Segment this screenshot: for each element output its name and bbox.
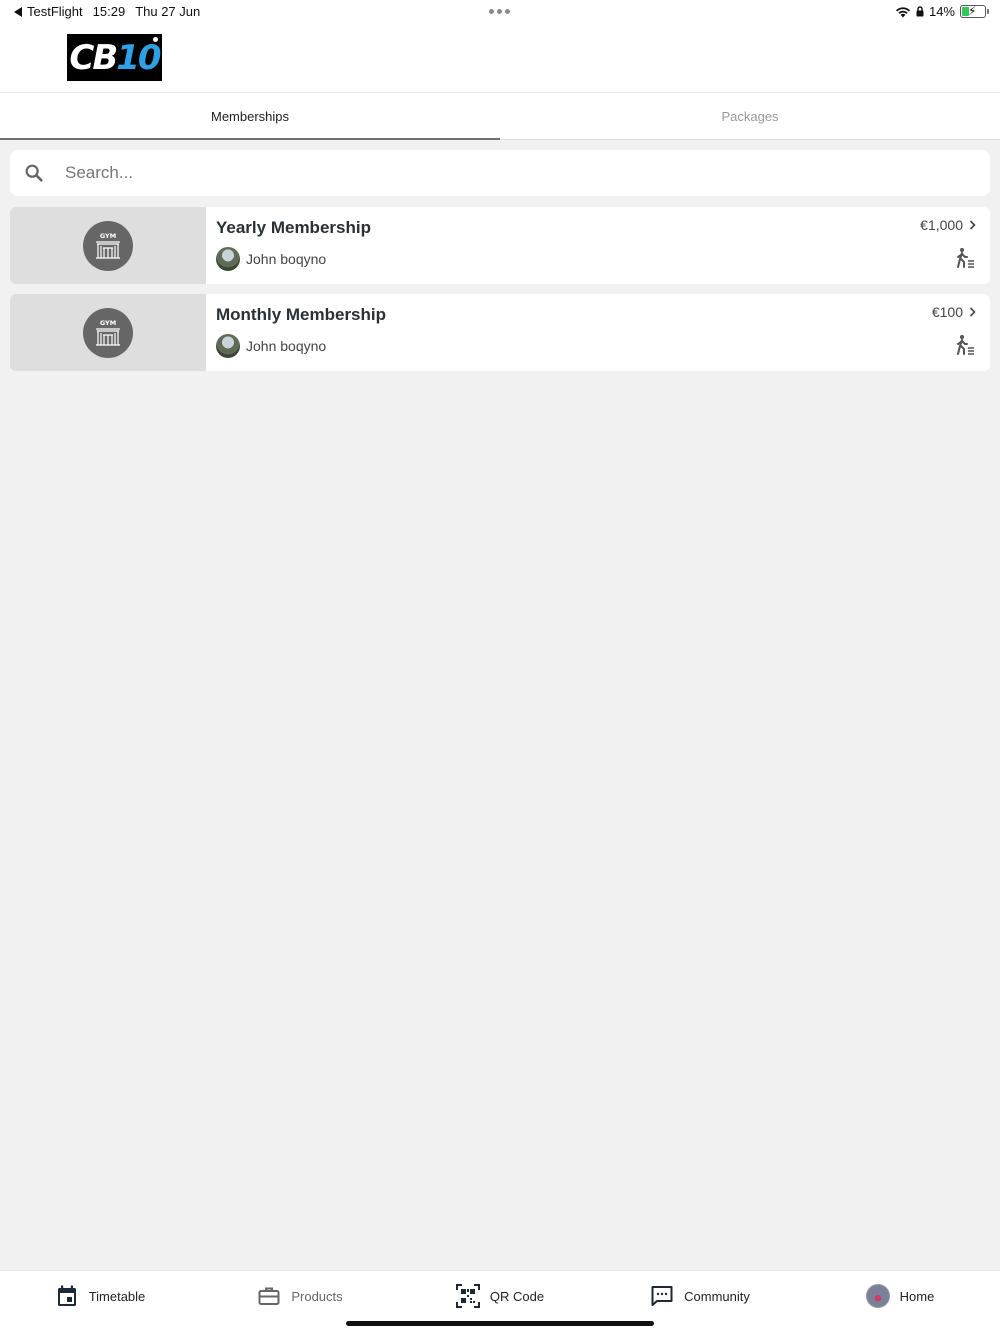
price-value: €1,000: [920, 217, 963, 233]
lock-rotation-icon: [916, 6, 924, 17]
qr-code-scan-icon: [455, 1284, 480, 1308]
svg-text:GYM: GYM: [100, 232, 116, 240]
cb10-logo: CB 10: [67, 34, 162, 81]
calendar-icon: [57, 1285, 76, 1306]
search-icon: [25, 164, 43, 182]
briefcase-icon: [258, 1287, 280, 1305]
nav-timetable[interactable]: Timetable: [0, 1271, 200, 1321]
tab-memberships[interactable]: Memberships: [0, 93, 500, 140]
owner-name: John boqyno: [246, 251, 327, 267]
nav-timetable-label: Timetable: [88, 1288, 146, 1304]
membership-body: Monthly Membership John boqyno €100: [206, 294, 990, 371]
nav-home-label: Home: [899, 1288, 935, 1304]
membership-price: €100: [932, 304, 976, 320]
owner-avatar: [216, 334, 240, 358]
search-input[interactable]: [65, 163, 945, 183]
back-triangle-icon: [14, 6, 22, 17]
back-app-label: TestFlight: [27, 4, 83, 19]
membership-thumbnail: GYM: [10, 207, 206, 284]
status-date: Thu 27 Jun: [135, 4, 201, 19]
membership-owner: John boqyno: [216, 334, 326, 358]
membership-body: Yearly Membership John boqyno €1,000: [206, 207, 990, 284]
profile-avatar-icon: [865, 1284, 890, 1308]
nav-products[interactable]: Products: [200, 1271, 400, 1321]
battery-percent: 14%: [928, 4, 955, 19]
nav-community[interactable]: Community: [600, 1271, 800, 1321]
gym-icon: GYM: [83, 220, 133, 271]
svg-text:GYM: GYM: [100, 319, 116, 327]
gym-icon: GYM: [83, 307, 133, 358]
status-left: TestFlight 15:29 Thu 27 Jun: [14, 4, 200, 19]
chevron-right-icon: [969, 307, 976, 317]
back-to-app[interactable]: TestFlight: [14, 4, 83, 19]
battery-icon: ⚡: [960, 4, 989, 18]
membership-price: €1,000: [920, 217, 976, 233]
nav-community-label: Community: [684, 1288, 750, 1304]
status-right: 14% ⚡: [895, 4, 989, 19]
app-header: CB 10: [0, 24, 1000, 93]
nav-products-label: Products: [291, 1288, 343, 1304]
multitasking-dots-icon[interactable]: [489, 9, 510, 14]
chevron-right-icon: [969, 220, 976, 230]
status-bar: TestFlight 15:29 Thu 27 Jun 14% ⚡: [0, 0, 1000, 24]
home-indicator[interactable]: [346, 1321, 654, 1326]
tab-packages[interactable]: Packages: [500, 93, 1000, 139]
membership-title: Monthly Membership: [216, 305, 387, 324]
nav-qr-code-label: QR Code: [489, 1288, 545, 1304]
membership-thumbnail: GYM: [10, 294, 206, 371]
search-bar: [10, 150, 990, 196]
walk-in-queue-icon: [957, 335, 974, 355]
nav-qr-code[interactable]: QR Code: [400, 1271, 600, 1321]
wifi-icon: [895, 6, 910, 17]
chat-bubble-icon: [651, 1286, 673, 1306]
nav-home[interactable]: Home: [800, 1271, 1000, 1321]
status-time: 15:29: [92, 4, 126, 19]
membership-card-monthly[interactable]: GYM Monthly Membership John boqyno €100: [10, 294, 990, 371]
logo-text-cb: CB: [69, 37, 118, 78]
membership-owner: John boqyno: [216, 247, 326, 271]
walk-in-queue-icon: [957, 248, 974, 268]
price-value: €100: [931, 304, 963, 320]
membership-title: Yearly Membership: [216, 218, 371, 237]
membership-card-yearly[interactable]: GYM Yearly Membership John boqyno €1,000: [10, 207, 990, 284]
owner-name: John boqyno: [246, 338, 327, 354]
logo-text-10: 10: [116, 37, 161, 78]
tab-bar: Memberships Packages: [0, 93, 1000, 140]
owner-avatar: [216, 247, 240, 271]
